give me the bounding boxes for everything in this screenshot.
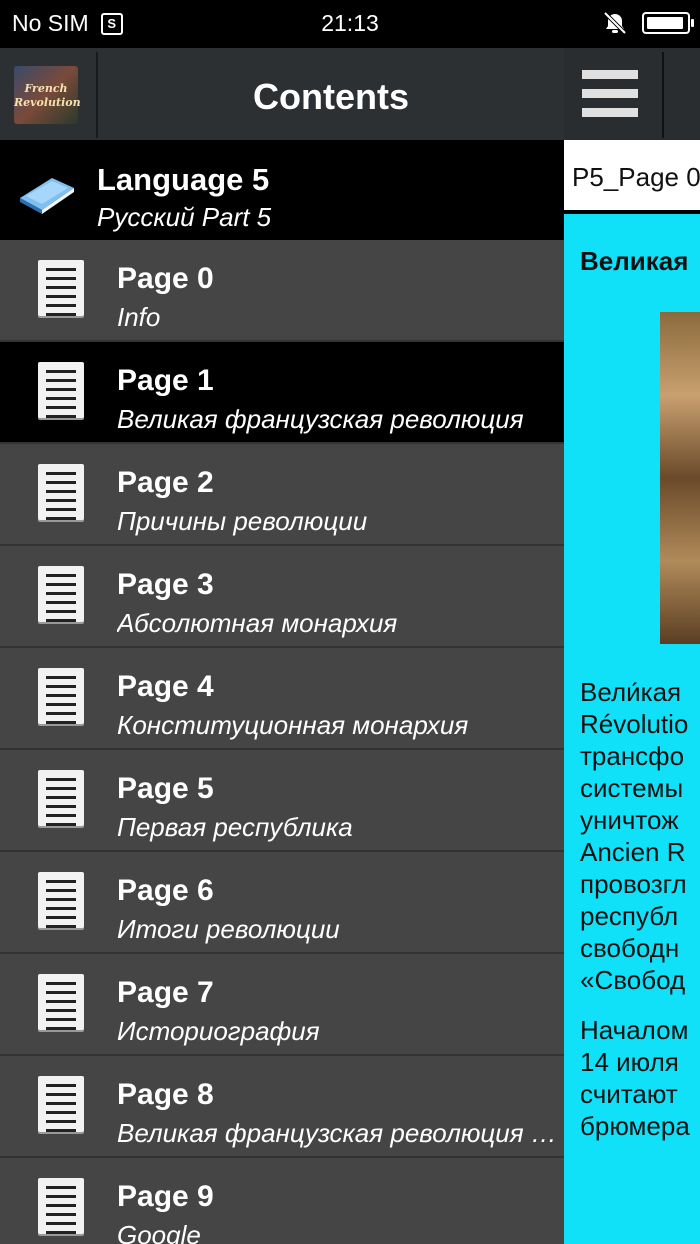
list-item[interactable]: Page 4 Конституционная монархия <box>0 648 564 750</box>
item-subtitle: Великая французская революция <box>117 404 524 434</box>
section-title: Language 5 <box>97 162 270 197</box>
drawer-title: Contents <box>253 76 409 117</box>
list-item[interactable]: Page 6 Итоги революции <box>0 852 564 954</box>
item-title: Page 4 <box>117 670 214 703</box>
section-subtitle: Русский Part 5 <box>97 202 272 232</box>
article-line: трансфо <box>580 741 685 771</box>
list-item[interactable]: Page 7 Историография <box>0 954 564 1056</box>
item-title: Page 1 <box>117 364 214 397</box>
document-icon <box>38 464 84 520</box>
content-tab-bar: P5_Page 0 <box>564 140 700 214</box>
article-line: Révolutio <box>580 709 689 739</box>
article-line: уничтож <box>580 805 679 835</box>
item-subtitle: Google <box>117 1220 201 1244</box>
item-subtitle: Первая республика <box>117 812 353 842</box>
article-body: Вели́кая Révolutio трансфо системы уничтож An… <box>580 676 690 1160</box>
toolbar-divider <box>662 52 664 138</box>
article-paragraph-1: Вели́кая Révolutio трансфо системы уничтож An… <box>580 676 690 996</box>
item-title: Page 5 <box>117 772 214 805</box>
article-line: свободн <box>580 933 680 963</box>
item-title: Page 6 <box>117 874 214 907</box>
item-subtitle: Причины революции <box>117 506 368 536</box>
language-section-header[interactable]: Language 5 Русский Part 5 <box>0 140 564 240</box>
item-subtitle: Историография <box>117 1016 320 1046</box>
status-time: 21:13 <box>321 10 379 36</box>
list-item[interactable]: Page 3 Абсолютная монархия <box>0 546 564 648</box>
article-line: 14 июля <box>580 1047 679 1077</box>
item-subtitle: Итоги революции <box>117 914 340 944</box>
article-paragraph-2: Началом 14 июля считают брюмера <box>580 1014 690 1142</box>
item-subtitle: Конституционная монархия <box>117 710 469 740</box>
document-icon <box>38 872 84 928</box>
document-icon <box>38 974 84 1030</box>
article-line: Ancien R <box>580 837 686 867</box>
document-icon <box>38 1076 84 1132</box>
book-icon <box>20 178 74 214</box>
document-icon <box>38 566 84 622</box>
item-subtitle: Великая французская революция в кино <box>117 1118 557 1148</box>
article-image <box>660 312 700 644</box>
list-item[interactable]: Page 2 Причины революции <box>0 444 564 546</box>
item-subtitle: Info <box>117 302 161 332</box>
app-logo: French Revolution <box>14 66 81 124</box>
list-item[interactable]: Page 1 Великая французская революция <box>0 342 564 444</box>
tab-p5-page-0[interactable]: P5_Page 0 <box>572 162 700 193</box>
list-item[interactable]: Page 8 Великая французская революция в ки… <box>0 1056 564 1158</box>
article-line: считают <box>580 1079 678 1109</box>
item-title: Page 0 <box>117 262 214 295</box>
page-list: Page 0 Info Page 1 Великая французская рево… <box>0 240 564 1244</box>
article-line: системы <box>580 773 684 803</box>
status-bar: No SIM S 21:13 <box>0 0 700 48</box>
item-title: Page 7 <box>117 976 214 1009</box>
item-title: Page 9 <box>117 1180 214 1213</box>
article-line: «Свобод <box>580 965 686 995</box>
list-item[interactable]: Page 9 Google <box>0 1158 564 1244</box>
content-toolbar <box>564 48 700 140</box>
drawer-header: French Revolution Contents <box>0 48 564 140</box>
item-title: Page 8 <box>117 1078 214 1111</box>
alarm-off-icon <box>603 11 627 35</box>
item-title: Page 2 <box>117 466 214 499</box>
document-icon <box>38 1178 84 1234</box>
list-item[interactable]: Page 5 Первая республика <box>0 750 564 852</box>
navigation-drawer: French Revolution Contents Language 5 Ру… <box>0 48 564 1244</box>
article-line: провозгл <box>580 869 687 899</box>
document-icon <box>38 362 84 418</box>
item-subtitle: Абсолютная монархия <box>117 608 398 638</box>
article-line: брюмера <box>580 1111 690 1141</box>
battery-icon <box>642 12 694 34</box>
status-right <box>602 10 694 36</box>
article-line: Вели́кая <box>580 677 682 707</box>
content-pane: P5_Page 0 Великая Вели́кая Révolutio транс… <box>564 48 700 1244</box>
article-line: Началом <box>580 1015 689 1045</box>
document-icon <box>38 260 84 316</box>
menu-icon[interactable] <box>582 70 638 120</box>
list-item[interactable]: Page 0 Info <box>0 240 564 342</box>
article-line: республ <box>580 901 679 931</box>
battery-fill <box>647 17 684 29</box>
item-title: Page 3 <box>117 568 214 601</box>
article-heading: Великая <box>580 246 689 276</box>
document-icon <box>38 668 84 724</box>
document-icon <box>38 770 84 826</box>
